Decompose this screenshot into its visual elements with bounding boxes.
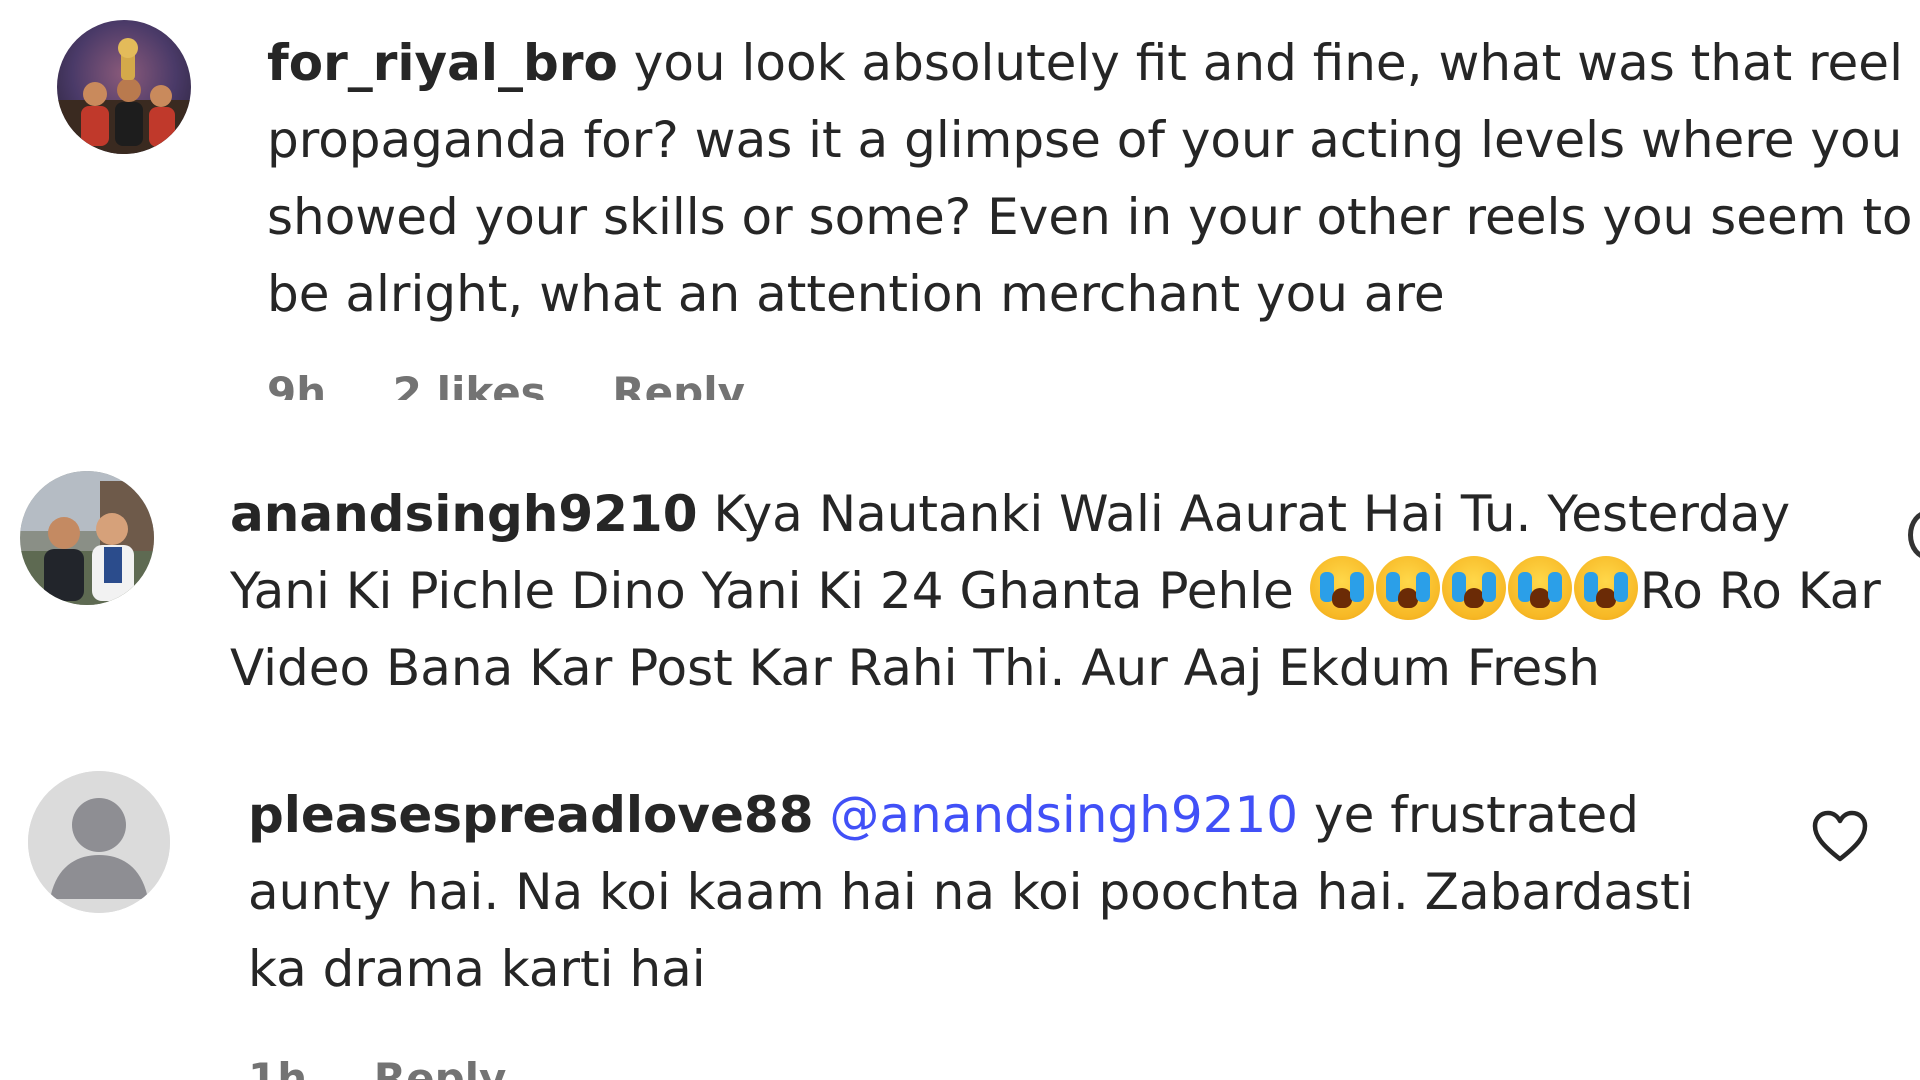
comment-likes[interactable]: 2 likes <box>393 368 546 400</box>
loudly-crying-face-emoji <box>1309 556 1374 620</box>
comment-text: pleasespreadlove88 @anandsingh9210 ye fr… <box>248 777 1768 1008</box>
comment-username[interactable]: pleasespreadlove88 <box>248 786 813 844</box>
comment-item: anandsingh9210 Kya Nautanki Wali Aaurat … <box>0 400 1920 722</box>
avatar[interactable] <box>20 471 154 605</box>
comments-list: for_riyal_bro you look absolutely fit an… <box>0 0 1920 1080</box>
loudly-crying-face-emoji <box>1441 556 1506 620</box>
comment-time: 9h <box>267 368 327 400</box>
comment-item: pleasespreadlove88 @anandsingh9210 ye fr… <box>0 722 1920 1080</box>
comment-text: for_riyal_bro you look absolutely fit an… <box>267 25 1917 333</box>
comment-meta: 1h Reply <box>248 1054 558 1080</box>
emoji-group <box>1309 556 1640 620</box>
loudly-crying-face-emoji <box>1375 556 1440 620</box>
comment-text: anandsingh9210 Kya Nautanki Wali Aaurat … <box>230 476 1890 707</box>
comment-item: for_riyal_bro you look absolutely fit an… <box>0 0 1920 400</box>
comment-time: 1h <box>248 1054 308 1080</box>
heart-outline-icon[interactable] <box>1810 809 1870 865</box>
loudly-crying-face-emoji <box>1573 556 1638 620</box>
mention-link[interactable]: @anandsingh9210 <box>829 786 1298 844</box>
default-avatar-icon[interactable] <box>28 771 170 913</box>
comment-username[interactable]: for_riyal_bro <box>267 34 618 92</box>
reply-button[interactable]: Reply <box>374 1054 507 1080</box>
loudly-crying-face-emoji <box>1507 556 1572 620</box>
comment-meta: 9h 2 likes Reply <box>267 368 797 400</box>
avatar[interactable] <box>57 20 191 154</box>
comment-username[interactable]: anandsingh9210 <box>230 485 698 543</box>
reply-button[interactable]: Reply <box>612 368 745 400</box>
